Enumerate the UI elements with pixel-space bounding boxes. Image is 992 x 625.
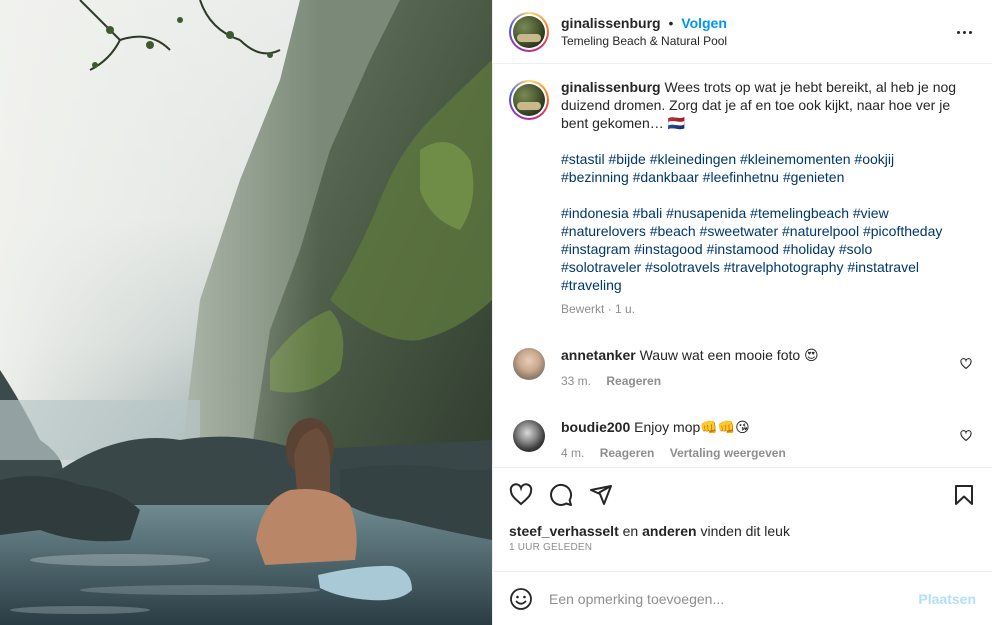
commenter-avatar[interactable]	[513, 420, 545, 452]
location-link[interactable]: Temeling Beach & Natural Pool	[561, 32, 727, 50]
comments-section[interactable]: ginalissenburg Wees trots op wat je hebt…	[493, 64, 992, 468]
share-icon[interactable]	[589, 483, 613, 507]
header-username[interactable]: ginalissenburg	[561, 15, 661, 31]
post-header: ginalissenburg • Volgen Temeling Beach &…	[493, 0, 992, 64]
add-comment-bar: Plaatsen	[493, 571, 992, 625]
post-photo[interactable]	[0, 0, 492, 625]
comment-input[interactable]	[549, 590, 919, 607]
comment-actions: 4 m. Reageren Vertaling weergeven	[561, 444, 951, 462]
follow-button[interactable]: Volgen	[681, 15, 727, 31]
post-timestamp[interactable]: 1 UUR GELEDEN	[493, 542, 992, 553]
caption-avatar[interactable]	[509, 80, 549, 120]
caption-meta: Bewerkt · 1 u.	[561, 302, 636, 316]
hashtags-group-2[interactable]: #indonesia #bali #nusapenida #temelingbe…	[561, 204, 973, 294]
caption: ginalissenburg Wees trots op wat je hebt…	[561, 78, 973, 318]
action-bar	[493, 468, 992, 522]
caption-avatar-image	[513, 84, 545, 116]
hashtags-group-1[interactable]: #stastil #bijde #kleinedingen #kleinemom…	[561, 150, 973, 186]
instagram-post: ginalissenburg • Volgen Temeling Beach &…	[0, 0, 992, 625]
comment-actions: 33 m. Reageren	[561, 372, 951, 390]
caption-age[interactable]: 1 u.	[615, 302, 635, 316]
likes-suffix: vinden dit leuk	[700, 523, 790, 539]
comment-like-icon[interactable]	[960, 430, 972, 442]
comment-body: boudie200 Enjoy mop👊👊😘 4 m. Reageren Ver…	[561, 418, 951, 462]
commenter-avatar[interactable]	[513, 348, 545, 380]
hashtag-line[interactable]: #naturelovers #beach #sweetwater #nature…	[561, 222, 973, 240]
hashtag-line[interactable]: #indonesia #bali #nusapenida #temelingbe…	[561, 204, 973, 222]
caption-row: ginalissenburg Wees trots op wat je hebt…	[509, 78, 976, 318]
caption-username[interactable]: ginalissenburg	[561, 79, 661, 95]
comment-text: Wauw wat een mooie foto 😍	[639, 347, 819, 363]
reply-button[interactable]: Reageren	[600, 446, 655, 460]
translate-button[interactable]: Vertaling weergeven	[670, 446, 786, 460]
hashtag-line[interactable]: #traveling	[561, 276, 973, 294]
comment-age[interactable]: 33 m.	[561, 374, 591, 388]
post-sidebar: ginalissenburg • Volgen Temeling Beach &…	[492, 0, 992, 625]
hashtag-line[interactable]: #solotraveler #solotravels #travelphotog…	[561, 258, 973, 276]
likes-summary: steef_verhasselt en anderen vinden dit l…	[493, 522, 992, 540]
avatar[interactable]	[509, 11, 549, 52]
liker-username[interactable]: steef_verhasselt	[509, 523, 619, 539]
hashtag-line[interactable]: #instagram #instagood #instamood #holida…	[561, 240, 973, 258]
comment-item: boudie200 Enjoy mop👊👊😘 4 m. Reageren Ver…	[509, 418, 976, 462]
photo-illustration	[0, 0, 492, 625]
comment-username[interactable]: boudie200	[561, 419, 630, 435]
comment-username[interactable]: annetanker	[561, 347, 636, 363]
hashtag-line[interactable]: #bezinning #dankbaar #leefinhetnu #genie…	[561, 168, 973, 186]
heart-icon[interactable]	[509, 483, 533, 507]
more-icon[interactable]	[954, 22, 974, 42]
bookmark-icon[interactable]	[952, 483, 976, 507]
header-text: ginalissenburg • Volgen Temeling Beach &…	[561, 14, 727, 50]
likes-and: en	[622, 523, 639, 539]
comment-age[interactable]: 4 m.	[561, 446, 584, 460]
header-separator: •	[668, 14, 674, 31]
avatar-border	[511, 13, 547, 50]
caption-avatar-border	[511, 82, 547, 118]
reply-button[interactable]: Reageren	[606, 374, 661, 388]
avatar-image	[513, 15, 545, 48]
comment-like-icon[interactable]	[960, 358, 972, 370]
comment-icon[interactable]	[549, 483, 573, 507]
comment-text: Enjoy mop👊👊😘	[634, 419, 750, 435]
post-comment-button[interactable]: Plaatsen	[918, 591, 976, 607]
likes-others-link[interactable]: anderen	[642, 523, 696, 539]
hashtag-line[interactable]: #stastil #bijde #kleinedingen #kleinemom…	[561, 150, 973, 168]
edited-label: Bewerkt	[561, 302, 605, 316]
comment-item: annetanker Wauw wat een mooie foto 😍 33 …	[509, 346, 976, 390]
comment-body: annetanker Wauw wat een mooie foto 😍 33 …	[561, 346, 951, 390]
emoji-icon[interactable]	[509, 587, 533, 611]
